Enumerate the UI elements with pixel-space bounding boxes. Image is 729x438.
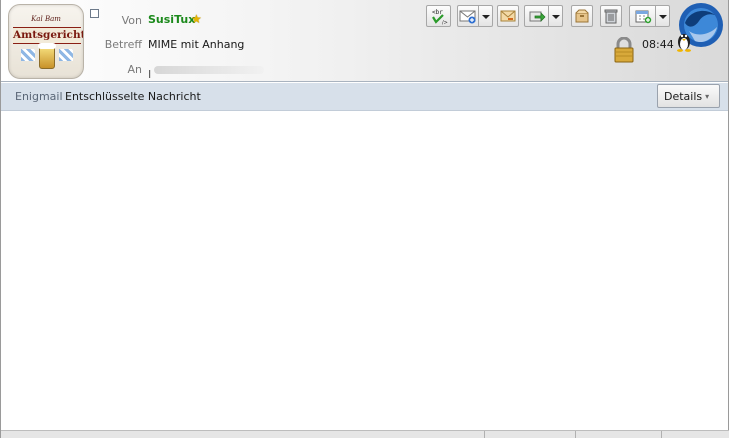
to-value-text: I xyxy=(148,68,152,81)
flag-icon xyxy=(21,49,35,61)
html-view-button[interactable]: <br /> xyxy=(426,5,451,27)
forward-button[interactable] xyxy=(497,5,519,27)
envelope-arrow-icon xyxy=(500,10,516,22)
star-icon[interactable]: ★ xyxy=(191,13,203,25)
add-event-dropdown[interactable] xyxy=(656,5,670,27)
sender-avatar: Kal Bam Amtsgericht xyxy=(8,4,84,79)
export-button[interactable] xyxy=(524,5,549,27)
export-dropdown[interactable] xyxy=(549,5,563,27)
logo-top-text: Kal Bam xyxy=(31,15,61,23)
green-arrow-icon xyxy=(529,11,545,22)
enigmail-label: Enigmail xyxy=(15,90,63,103)
status-bar xyxy=(1,430,729,438)
status-panel xyxy=(575,431,661,438)
svg-text:/>: /> xyxy=(442,20,448,25)
add-event-button[interactable] xyxy=(629,5,656,27)
recipient-redacted xyxy=(154,66,264,74)
calendar-plus-icon xyxy=(635,10,651,24)
subject-value: MIME mit Anhang xyxy=(148,38,245,51)
trash-icon xyxy=(604,9,618,24)
message-body[interactable] xyxy=(1,112,728,430)
to-label: An xyxy=(127,63,143,76)
envelope-plus-icon xyxy=(459,10,476,24)
message-window: Kal Bam Amtsgericht Von SusiTux ★ Betref… xyxy=(0,0,729,438)
details-button-label: Details xyxy=(664,89,703,103)
date-value: 08:44 xyxy=(642,38,674,51)
flag-icon xyxy=(59,49,73,61)
from-label: Von xyxy=(121,14,142,27)
tux-icon xyxy=(677,34,691,52)
lock-icon[interactable] xyxy=(613,37,635,63)
from-value[interactable]: SusiTux xyxy=(148,13,195,26)
enigmail-status-text: Entschlüsselte Nachricht xyxy=(65,90,201,103)
new-message-button[interactable] xyxy=(457,5,479,27)
details-button[interactable]: Details ▾ xyxy=(657,84,720,108)
enigmail-bar: Enigmail Entschlüsselte Nachricht Detail… xyxy=(1,83,728,111)
to-value[interactable]: I xyxy=(148,63,278,81)
box-icon xyxy=(575,9,589,23)
br-tag-icon: <br /> xyxy=(432,9,448,25)
status-panel xyxy=(661,431,729,438)
archive-button[interactable] xyxy=(571,5,593,27)
message-header: Kal Bam Amtsgericht Von SusiTux ★ Betref… xyxy=(1,0,728,82)
new-message-dropdown[interactable] xyxy=(479,5,493,27)
beer-mug-icon xyxy=(38,43,56,69)
chevron-down-icon: ▾ xyxy=(705,91,710,101)
delete-button[interactable] xyxy=(600,5,622,27)
status-panel xyxy=(484,431,575,438)
logo-main-text: Amtsgericht xyxy=(13,27,83,44)
subject-label: Betreff xyxy=(104,38,142,51)
